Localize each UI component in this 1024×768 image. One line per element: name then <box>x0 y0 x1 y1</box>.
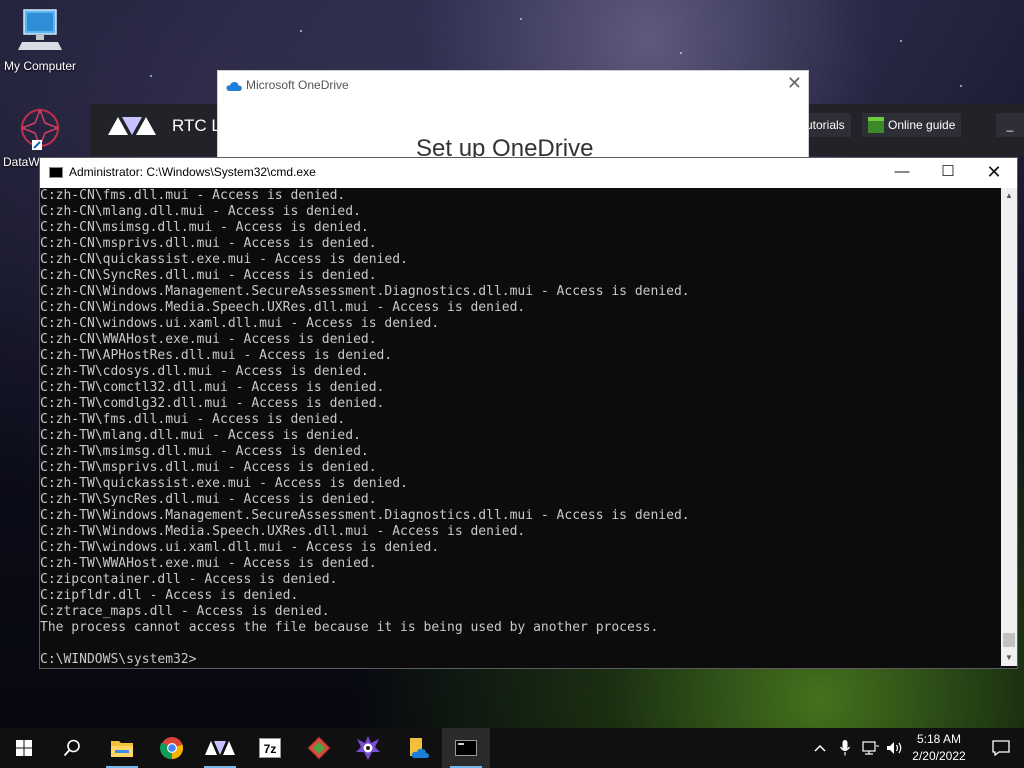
my-computer-label: My Computer <box>3 59 77 73</box>
cmd-window[interactable]: Administrator: C:\Windows\System32\cmd.e… <box>39 157 1018 669</box>
star <box>900 40 902 42</box>
cmd-console-output[interactable]: C:zh-CN\fms.dll.mui - Access is denied. C… <box>40 188 1000 666</box>
cmd-icon <box>455 740 477 756</box>
rtc-minimize-button[interactable]: _ <box>996 113 1024 137</box>
chevron-up-icon <box>814 744 826 752</box>
red-app-taskbar-button[interactable] <box>295 728 343 768</box>
minecraft-grass-icon <box>868 117 884 133</box>
action-center-button[interactable] <box>978 728 1024 768</box>
chrome-icon <box>160 737 184 760</box>
console-line: C:zh-CN\quickassist.exe.mui - Access is … <box>40 252 408 267</box>
close-button[interactable]: ✕ <box>971 158 1017 188</box>
console-line: C:zh-CN\fms.dll.mui - Access is denied. <box>40 188 346 203</box>
console-line: C:zh-CN\msimsg.dll.mui - Access is denie… <box>40 220 369 235</box>
console-line: C:zh-TW\quickassist.exe.mui - Access is … <box>40 476 408 491</box>
speaker-icon <box>887 742 902 754</box>
console-line: C:zh-CN\SyncRes.dll.mui - Access is deni… <box>40 268 377 283</box>
chrome-taskbar-button[interactable] <box>148 728 196 768</box>
vertical-scrollbar[interactable]: ▲ ▼ <box>1001 188 1017 666</box>
console-line: The process cannot access the file becau… <box>40 620 659 635</box>
online-guide-button[interactable]: Online guide <box>862 113 962 137</box>
console-line: C:ztrace_maps.dll - Access is denied. <box>40 604 330 619</box>
7zip-icon: 7z <box>259 738 281 758</box>
console-line: C:zh-TW\WWAHost.exe.mui - Access is deni… <box>40 556 377 571</box>
console-line: C:zh-TW\comctl32.dll.mui - Access is den… <box>40 380 385 395</box>
onedrive-window: Microsoft OneDrive ✕ Set up OneDrive <box>217 70 809 162</box>
star <box>300 30 302 32</box>
console-line: C:zh-TW\msimsg.dll.mui - Access is denie… <box>40 444 369 459</box>
windows-logo-icon <box>16 740 32 756</box>
console-line: C:zh-CN\msprivs.dll.mui - Access is deni… <box>40 236 377 251</box>
file-explorer-taskbar-button[interactable] <box>98 728 146 768</box>
scroll-up-icon[interactable]: ▲ <box>1001 188 1017 204</box>
volume-tray-button[interactable] <box>886 728 904 768</box>
computer-icon <box>18 9 62 50</box>
network-ethernet-icon <box>862 741 879 755</box>
microphone-tray-button[interactable] <box>840 728 854 768</box>
star <box>150 75 152 77</box>
game-icon <box>356 736 380 760</box>
cmd-titlebar[interactable]: Administrator: C:\Windows\System32\cmd.e… <box>40 158 1017 188</box>
console-line: C:zipfldr.dll - Access is denied. <box>40 588 299 603</box>
console-line: C:zh-TW\APHostRes.dll.mui - Access is de… <box>40 348 393 363</box>
onedrive-cloud-icon <box>226 82 242 91</box>
console-line: C:zh-TW\windows.ui.xaml.dll.mui - Access… <box>40 540 440 555</box>
network-tray-button[interactable] <box>862 728 880 768</box>
taskbar: 7z 5:18 AM 2/20/2022 <box>0 728 1024 768</box>
console-line: C:zh-CN\Windows.Management.SecureAssessm… <box>40 284 690 299</box>
search-icon <box>63 739 80 757</box>
dataw-icon <box>19 107 61 150</box>
file-explorer-icon <box>111 741 133 757</box>
console-line: C:zh-TW\fms.dll.mui - Access is denied. <box>40 412 346 427</box>
scroll-down-icon[interactable]: ▼ <box>1001 650 1017 666</box>
cmd-window-title: Administrator: C:\Windows\System32\cmd.e… <box>69 165 316 179</box>
avid-icon <box>205 741 235 755</box>
online-guide-label: Online guide <box>888 118 956 132</box>
start-button[interactable] <box>0 728 48 768</box>
avid-taskbar-button[interactable] <box>196 728 244 768</box>
console-line: C:zipcontainer.dll - Access is denied. <box>40 572 338 587</box>
onedrive-title: Microsoft OneDrive <box>246 78 349 92</box>
onedrive-close-button[interactable]: ✕ <box>787 73 802 94</box>
console-line: C:zh-CN\windows.ui.xaml.dll.mui - Access… <box>40 316 440 331</box>
console-line: C:zh-TW\Windows.Management.SecureAssessm… <box>40 508 690 523</box>
cmd-taskbar-button[interactable] <box>442 728 490 768</box>
files-onedrive-icon <box>410 738 429 758</box>
minimize-button[interactable]: — <box>879 158 925 188</box>
cmd-window-icon <box>49 167 63 178</box>
system-clock[interactable]: 5:18 AM 2/20/2022 <box>905 731 973 765</box>
app-red-icon <box>307 736 331 760</box>
maximize-button[interactable]: ☐ <box>925 158 971 188</box>
console-line: C:zh-TW\SyncRes.dll.mui - Access is deni… <box>40 492 377 507</box>
star <box>680 52 682 54</box>
console-line: C:zh-CN\mlang.dll.mui - Access is denied… <box>40 204 361 219</box>
console-line: C:zh-TW\comdlg32.dll.mui - Access is den… <box>40 396 385 411</box>
scrollbar-thumb[interactable] <box>1003 633 1015 647</box>
clock-date: 2/20/2022 <box>912 749 966 763</box>
console-line: C:zh-TW\cdosys.dll.mui - Access is denie… <box>40 364 369 379</box>
search-button[interactable] <box>48 728 96 768</box>
notification-icon <box>992 740 1010 756</box>
console-line: C:zh-TW\Windows.Media.Speech.UXRes.dll.m… <box>40 524 526 539</box>
console-line: C:zh-TW\mlang.dll.mui - Access is denied… <box>40 428 361 443</box>
star <box>520 18 522 20</box>
game-taskbar-button[interactable] <box>344 728 392 768</box>
files-taskbar-button[interactable] <box>394 728 442 768</box>
7zip-taskbar-button[interactable]: 7z <box>246 728 294 768</box>
console-line: C:\WINDOWS\system32> <box>40 652 197 666</box>
show-hidden-icons-button[interactable] <box>814 728 832 768</box>
rtc-logo-icon <box>108 115 158 142</box>
my-computer-desktop-icon[interactable]: My Computer <box>0 8 80 73</box>
star <box>960 85 962 87</box>
clock-time: 5:18 AM <box>916 732 962 746</box>
microphone-icon <box>840 740 850 756</box>
console-line: C:zh-CN\WWAHost.exe.mui - Access is deni… <box>40 332 377 347</box>
console-line: C:zh-TW\msprivs.dll.mui - Access is deni… <box>40 460 377 475</box>
console-line: C:zh-CN\Windows.Media.Speech.UXRes.dll.m… <box>40 300 526 315</box>
